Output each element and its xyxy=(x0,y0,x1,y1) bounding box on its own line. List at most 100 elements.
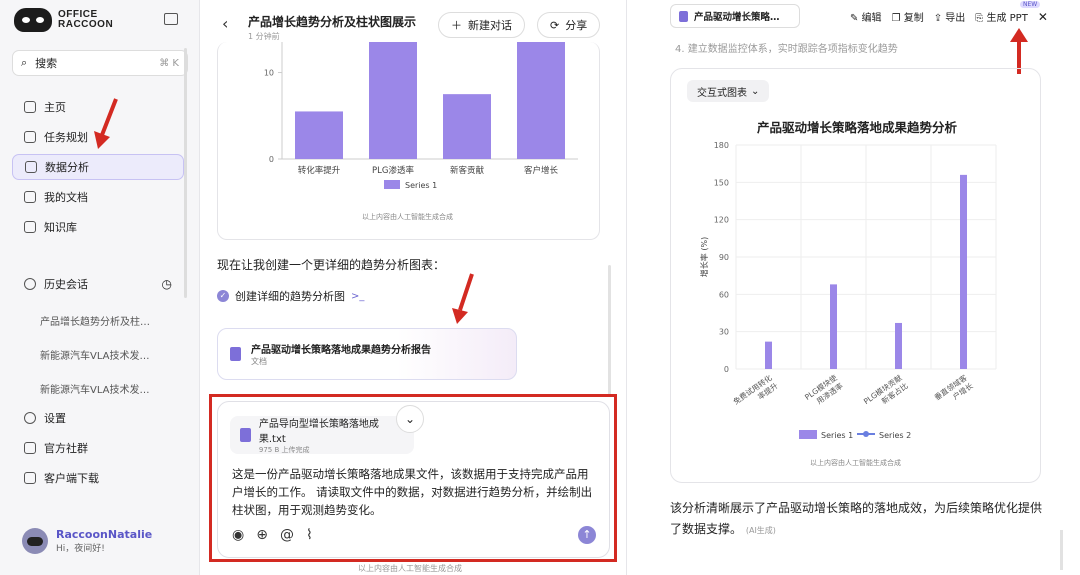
new-badge: NEW xyxy=(1020,1,1041,8)
chart-title: 产品驱动增长策略落地成果趋势分析 xyxy=(757,120,958,135)
annotation-arrow xyxy=(452,273,474,324)
page-timestamp: 1 分钟前 xyxy=(248,32,280,41)
ai-note-right: 以上内容由人工智能生成合成 xyxy=(810,459,901,467)
terminal-icon: >_ xyxy=(351,290,365,302)
search-shortcut: ⌘ K xyxy=(159,57,179,69)
bottom-ai-note: 以上内容由人工智能生成合成 xyxy=(358,564,462,573)
chart-card: 0 10 转化率提升 PLG渗透率 新客贡献 客户增长 Series 1 xyxy=(217,12,600,240)
app-logo[interactable]: OFFICE RACCOON xyxy=(14,8,113,32)
legend-marker xyxy=(863,431,869,437)
sidebar-item-community[interactable]: 官方社群 xyxy=(12,435,184,461)
search-label: 搜索 xyxy=(35,57,58,70)
sidebar-item-settings[interactable]: 设置 xyxy=(12,405,184,431)
share-button[interactable]: ⟳ 分享 xyxy=(537,12,601,38)
x-tick-label: 新客贡献 xyxy=(450,165,485,176)
document-icon xyxy=(679,10,688,22)
history-item[interactable]: 新能源汽车VLA技术发… xyxy=(40,381,180,396)
bar xyxy=(369,12,417,159)
plus-icon: ＋ xyxy=(451,19,462,32)
bar-chart-small: 0 10 转化率提升 PLG渗透率 新客贡献 客户增长 Series 1 xyxy=(264,12,578,190)
document-title: 产品驱动增长策略落地成果趋势分析报告 xyxy=(251,345,431,356)
y-tick-label: 90 xyxy=(719,253,729,262)
y-tick-label: 0 xyxy=(269,155,274,164)
y-tick-label: 0 xyxy=(724,365,729,374)
bar xyxy=(517,12,565,159)
bar xyxy=(443,94,491,159)
x-tick-label: 转化率提升 xyxy=(298,165,341,176)
right-scrollbar[interactable] xyxy=(1060,530,1063,570)
legend-label: Series 2 xyxy=(879,431,911,440)
close-icon[interactable]: ✕ xyxy=(1038,10,1048,24)
search-button[interactable]: ⌕ 搜索 ⌘ K xyxy=(12,50,188,76)
history-item[interactable]: 产品增长趋势分析及柱… xyxy=(40,313,180,328)
chevron-down-icon: ⌄ xyxy=(751,85,760,97)
panel-divider[interactable] xyxy=(626,0,627,575)
user-name: RaccoonNatalie xyxy=(56,528,153,541)
annotation-arrow xyxy=(94,98,118,149)
document-card[interactable]: 产品驱动增长策略落地成果趋势分析报告 文档 xyxy=(217,328,517,380)
community-icon xyxy=(24,442,36,454)
task-icon xyxy=(24,131,36,143)
y-tick-label: 150 xyxy=(714,178,729,187)
back-icon[interactable]: ‹ xyxy=(222,14,228,33)
sidebar-scrollbar[interactable] xyxy=(184,48,187,298)
bar-chart-large: 产品驱动增长策略落地成果趋势分析0306090120150180增长率 (%)免… xyxy=(699,120,997,440)
settings-icon xyxy=(24,412,36,424)
generate-ppt-button[interactable]: ⎘ 生成 PPT xyxy=(975,9,1028,24)
bar xyxy=(830,284,837,369)
y-tick-label: 10 xyxy=(264,69,274,78)
share-icon: ⟳ xyxy=(550,18,560,32)
document-icon xyxy=(230,347,241,361)
x-tick-label: PLG渗透率 xyxy=(372,165,414,176)
sidebar-item-download[interactable]: 客户端下载 xyxy=(12,465,184,491)
y-tick-label: 180 xyxy=(714,141,729,150)
raccoon-logo-icon xyxy=(14,8,52,32)
ai-note: 以上内容由人工智能生成合成 xyxy=(362,213,453,221)
annotation-box xyxy=(209,394,617,562)
y-axis-label: 增长率 (%) xyxy=(699,237,709,277)
logo-line2: RACCOON xyxy=(58,19,114,30)
download-icon xyxy=(24,472,36,484)
export-button[interactable]: ⇪ 导出 xyxy=(934,9,966,24)
new-chat-button[interactable]: ＋新建对话 xyxy=(438,12,525,38)
sidebar-item-data-analysis[interactable]: 数据分析 xyxy=(12,154,184,180)
faint-list-item: 4. 建立数据监控体系，实时跟踪各项指标变化趋势 xyxy=(675,44,898,55)
document-toolbar: ✎ 编辑 ❐ 复制 ⇪ 导出 ⎘ 生成 PPT ✕ xyxy=(850,9,1048,25)
search-icon: ⌕ xyxy=(21,56,28,69)
y-tick-label: 120 xyxy=(714,216,729,225)
chart-type-dropdown[interactable]: 交互式图表 ⌄ xyxy=(687,80,770,102)
sidebar-item-documents[interactable]: 我的文档 xyxy=(12,184,184,210)
legend-swatch xyxy=(384,180,400,189)
avatar xyxy=(22,528,48,554)
bar xyxy=(295,111,343,159)
y-tick-label: 60 xyxy=(719,290,729,299)
history-item[interactable]: 新能源汽车VLA技术发… xyxy=(40,347,180,362)
assistant-message: 现在让我创建一个更详细的趋势分析图表： xyxy=(217,258,446,272)
knowledge-icon xyxy=(24,221,36,233)
copy-button[interactable]: ❐ 复制 xyxy=(892,9,924,24)
user-profile[interactable]: RaccoonNatalie Hi，夜间好! xyxy=(22,528,152,554)
y-tick-label: 30 xyxy=(719,328,729,337)
check-icon: ✓ xyxy=(217,290,229,302)
step-item[interactable]: ✓ 创建详细的趋势分析图 >_ xyxy=(217,288,364,304)
bar xyxy=(765,341,772,369)
history-header[interactable]: 历史会话 ◷ xyxy=(12,271,184,297)
summary-paragraph: 该分析清晰展示了产品驱动增长策略的落地成效，为后续策略优化提供了数据支撑。 (A… xyxy=(670,501,1043,536)
home-icon xyxy=(24,101,36,113)
edit-button[interactable]: ✎ 编辑 xyxy=(850,9,882,24)
document-tab[interactable]: 产品驱动增长策略… xyxy=(670,4,800,28)
user-greeting: Hi，夜间好! xyxy=(56,544,105,554)
bar xyxy=(895,322,902,369)
sidebar-collapse-icon[interactable] xyxy=(164,13,178,25)
legend-label: Series 1 xyxy=(405,181,437,190)
sidebar-item-knowledge[interactable]: 知识库 xyxy=(12,214,184,240)
x-tick-label: 客户增长 xyxy=(524,165,559,176)
doc-icon xyxy=(24,191,36,203)
bar xyxy=(960,174,967,369)
legend-label: Series 1 xyxy=(821,431,853,440)
chart-icon xyxy=(25,161,37,173)
legend-swatch xyxy=(799,430,817,439)
page-title: 产品增长趋势分析及柱状图展示 xyxy=(248,15,417,29)
clock-icon[interactable]: ◷ xyxy=(162,277,172,291)
chat-scrollbar[interactable] xyxy=(608,265,611,395)
